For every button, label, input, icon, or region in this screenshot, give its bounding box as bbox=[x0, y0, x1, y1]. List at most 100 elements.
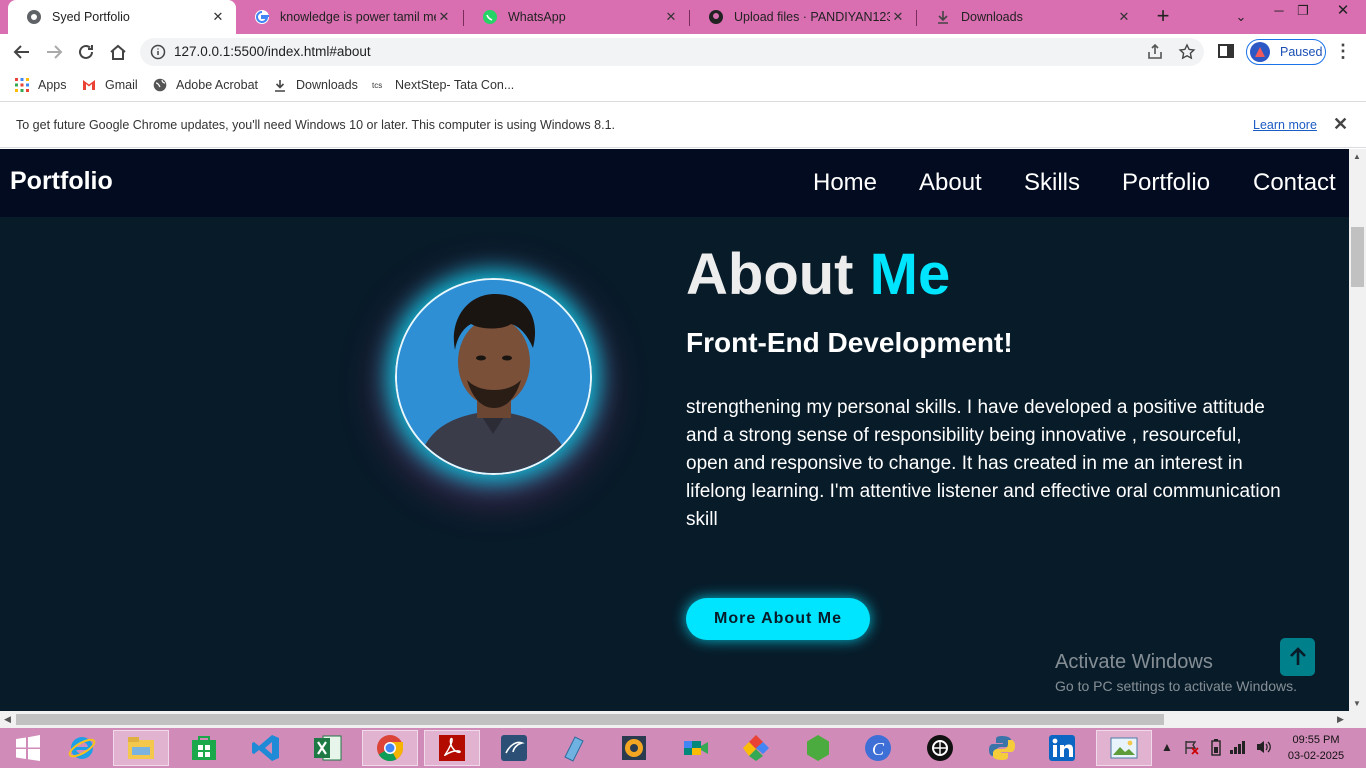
close-icon[interactable]: ✕ bbox=[663, 9, 679, 25]
python-icon[interactable] bbox=[974, 730, 1030, 766]
about-heading-main: About bbox=[686, 242, 854, 307]
reload-button[interactable] bbox=[74, 41, 98, 63]
scroll-left-arrow-icon[interactable]: ◀ bbox=[4, 714, 11, 725]
bookmark-gmail[interactable]: Gmail bbox=[82, 76, 138, 94]
tab-strip: Syed Portfolio ✕ knowledge is power tami… bbox=[0, 0, 1366, 34]
bookmark-downloads[interactable]: Downloads bbox=[273, 76, 358, 94]
svg-text:C: C bbox=[872, 739, 885, 759]
nav-home[interactable]: Home bbox=[813, 169, 877, 197]
windows-taskbar: C ▲ 09:55 PM 03-02-2025 bbox=[0, 728, 1366, 768]
meet-icon[interactable] bbox=[668, 730, 724, 766]
update-infobar: To get future Google Chrome updates, you… bbox=[0, 103, 1366, 148]
excel-icon[interactable] bbox=[300, 730, 356, 766]
download-icon bbox=[935, 9, 951, 25]
bookmark-label: NextStep- Tata Con... bbox=[395, 78, 515, 92]
avatar bbox=[1250, 42, 1270, 62]
bookmark-star-icon[interactable] bbox=[1178, 43, 1196, 61]
google-g-icon bbox=[254, 9, 270, 25]
tab-label: Upload files · PANDIYAN12345 bbox=[734, 10, 890, 24]
scroll-to-top-button[interactable] bbox=[1280, 638, 1315, 676]
home-button[interactable] bbox=[106, 41, 130, 63]
volume-icon[interactable] bbox=[1255, 739, 1273, 758]
new-tab-button[interactable]: + bbox=[1152, 5, 1174, 27]
media-icon[interactable] bbox=[606, 730, 662, 766]
bookmark-apps[interactable]: Apps bbox=[15, 76, 67, 94]
bookmarks-bar: Apps Gmail Adobe Acrobat Downloads tcs N… bbox=[0, 70, 1366, 102]
window-close-button[interactable]: ✕ bbox=[1320, 0, 1366, 24]
bookmark-nextstep[interactable]: tcs NextStep- Tata Con... bbox=[372, 76, 514, 94]
scroll-up-arrow-icon[interactable]: ▲ bbox=[1353, 152, 1361, 161]
learn-more-link[interactable]: Learn more bbox=[1253, 118, 1317, 132]
acrobat-icon[interactable] bbox=[424, 730, 480, 766]
vscode-icon[interactable] bbox=[238, 730, 294, 766]
about-heading-accent: Me bbox=[869, 242, 951, 307]
tab-github-upload[interactable]: Upload files · PANDIYAN12345 ✕ bbox=[690, 0, 916, 34]
horizontal-scroll-thumb[interactable] bbox=[16, 714, 1164, 725]
vertical-scroll-thumb[interactable] bbox=[1351, 227, 1364, 287]
scroll-down-arrow-icon[interactable]: ▼ bbox=[1353, 699, 1361, 708]
site-info-icon[interactable] bbox=[150, 44, 166, 60]
chrome-globe-icon bbox=[26, 9, 42, 25]
more-about-me-button[interactable]: More About Me bbox=[686, 598, 870, 640]
watermark-title: Activate Windows bbox=[1055, 651, 1213, 673]
forward-button[interactable] bbox=[42, 41, 66, 63]
tab-search-chevron-icon[interactable]: ⌄ bbox=[1226, 6, 1256, 30]
tray-chevron-up-icon[interactable]: ▲ bbox=[1161, 740, 1173, 754]
share-icon[interactable] bbox=[1146, 43, 1164, 61]
nav-about[interactable]: About bbox=[919, 169, 982, 197]
nodejs-icon[interactable] bbox=[790, 730, 846, 766]
maximize-button[interactable]: ❐ bbox=[1288, 0, 1318, 24]
address-bar[interactable]: 127.0.0.1:5500/index.html#about bbox=[140, 38, 1204, 66]
tab-label: knowledge is power tamil mea bbox=[280, 10, 436, 24]
whatsapp-icon bbox=[482, 9, 498, 25]
more-menu-icon[interactable]: ⋮ bbox=[1334, 42, 1352, 62]
close-icon[interactable]: ✕ bbox=[1333, 114, 1348, 135]
side-panel-icon[interactable] bbox=[1218, 44, 1234, 58]
gems-icon[interactable] bbox=[728, 730, 784, 766]
scroll-right-arrow-icon[interactable]: ▶ bbox=[1337, 714, 1344, 725]
bookmark-label: Gmail bbox=[105, 78, 138, 92]
bookmark-label: Downloads bbox=[296, 78, 358, 92]
start-icon[interactable] bbox=[0, 730, 56, 766]
linkedin-icon[interactable] bbox=[1034, 730, 1090, 766]
clock-time: 09:55 PM bbox=[1292, 734, 1340, 746]
tray-flag-icon[interactable] bbox=[1183, 739, 1199, 758]
chatgpt-icon[interactable] bbox=[912, 730, 968, 766]
mysql-workbench-icon[interactable] bbox=[486, 730, 542, 766]
close-icon[interactable]: ✕ bbox=[890, 9, 906, 25]
vertical-scrollbar[interactable]: ▲ ▼ bbox=[1349, 149, 1366, 711]
github-icon bbox=[708, 9, 724, 25]
download-icon bbox=[273, 78, 287, 92]
file-explorer-icon[interactable] bbox=[113, 730, 169, 766]
c-app-icon[interactable]: C bbox=[850, 730, 906, 766]
profile-photo-frame bbox=[395, 278, 592, 475]
close-icon[interactable]: ✕ bbox=[436, 9, 452, 25]
profile-paused-button[interactable]: Paused bbox=[1246, 39, 1326, 65]
tab-syed-portfolio[interactable]: Syed Portfolio ✕ bbox=[8, 0, 236, 34]
signal-icon[interactable] bbox=[1229, 739, 1247, 758]
tab-whatsapp[interactable]: WhatsApp ✕ bbox=[464, 0, 689, 34]
tab-label: Syed Portfolio bbox=[52, 10, 130, 24]
taskbar-clock[interactable]: 09:55 PM 03-02-2025 bbox=[1282, 732, 1350, 764]
clock-date: 03-02-2025 bbox=[1287, 750, 1345, 762]
battery-icon[interactable] bbox=[1211, 738, 1221, 759]
tab-downloads[interactable]: Downloads ✕ bbox=[917, 0, 1142, 34]
photos-icon[interactable] bbox=[1096, 730, 1152, 766]
chrome-icon[interactable] bbox=[362, 730, 418, 766]
site-logo[interactable]: Portfolio bbox=[10, 167, 113, 196]
close-icon[interactable]: ✕ bbox=[210, 9, 226, 25]
nav-portfolio[interactable]: Portfolio bbox=[1122, 169, 1210, 197]
nav-contact[interactable]: Contact bbox=[1253, 169, 1336, 197]
svg-text:tcs: tcs bbox=[372, 81, 382, 90]
close-icon[interactable]: ✕ bbox=[1116, 9, 1132, 25]
tab-knowledge[interactable]: knowledge is power tamil mea ✕ bbox=[236, 0, 462, 34]
bookmark-adobe-acrobat[interactable]: Adobe Acrobat bbox=[153, 76, 258, 94]
internet-explorer-icon[interactable] bbox=[54, 730, 110, 766]
tab-label: Downloads bbox=[961, 10, 1023, 24]
url-text: 127.0.0.1:5500/index.html#about bbox=[174, 44, 371, 59]
horizontal-scrollbar[interactable]: ◀ ▶ bbox=[0, 711, 1366, 728]
back-button[interactable] bbox=[10, 41, 34, 63]
nav-skills[interactable]: Skills bbox=[1024, 169, 1080, 197]
notepad-icon[interactable] bbox=[546, 730, 602, 766]
store-icon[interactable] bbox=[176, 730, 232, 766]
